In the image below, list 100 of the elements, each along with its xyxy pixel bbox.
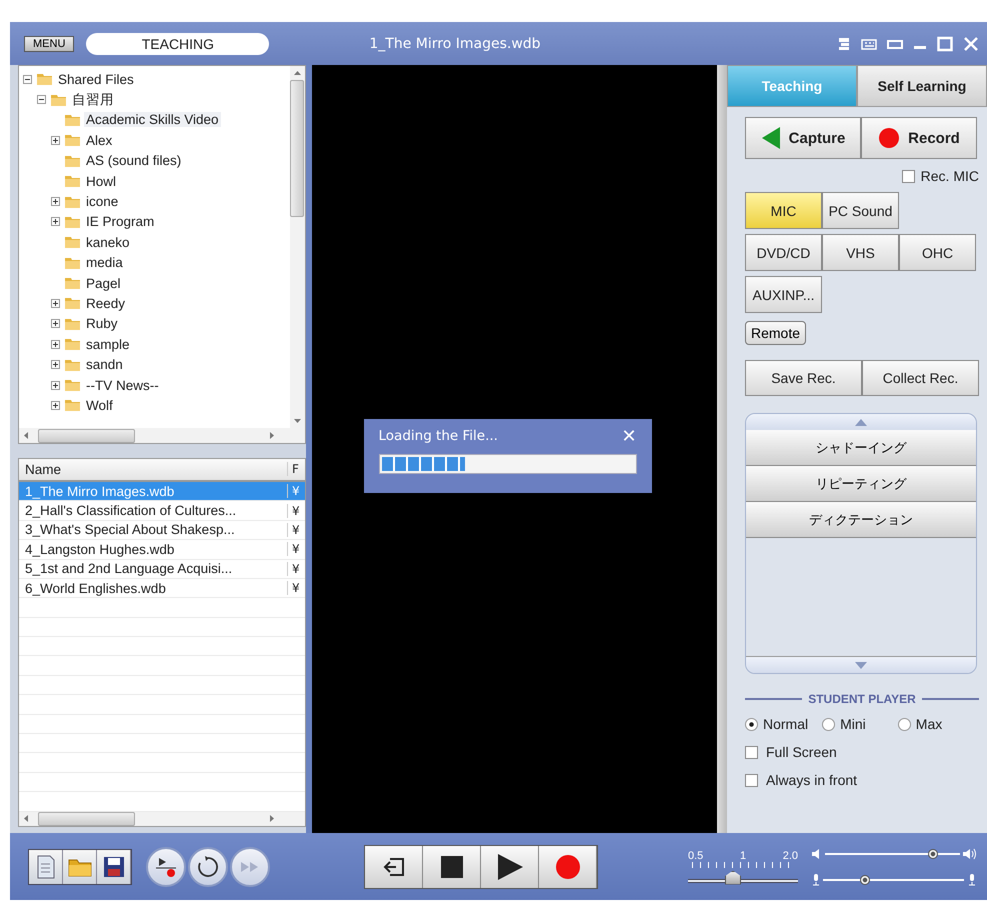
capture-button[interactable]: Capture (745, 117, 861, 159)
file-row[interactable]: 3_What's Special About Shakesp... ¥ (19, 520, 304, 540)
source-button[interactable]: AUXINP... (745, 276, 822, 313)
file-row[interactable]: 5_1st and 2nd Language Acquisi... ¥ (19, 560, 304, 579)
folder-item[interactable]: IE Program (84, 214, 156, 230)
speaker-low-icon (812, 848, 822, 860)
repeat-button[interactable] (188, 846, 228, 886)
expand-icon[interactable] (51, 136, 60, 145)
source-button[interactable]: PC Sound (822, 192, 899, 229)
source-button[interactable]: VHS (822, 234, 899, 271)
record-button[interactable]: Record (861, 117, 977, 159)
folder-item[interactable]: Reedy (84, 296, 128, 311)
folder-icon (64, 174, 81, 188)
folder-item[interactable]: sample (84, 336, 132, 352)
scroll-down-icon[interactable] (855, 662, 867, 668)
file-name: 5_1st and 2nd Language Acquisi... (24, 561, 234, 576)
play-button[interactable] (481, 846, 539, 888)
maximize-icon[interactable] (937, 36, 953, 52)
checkbox[interactable] (745, 774, 758, 786)
scroll-up-icon[interactable] (855, 418, 867, 426)
record-icon (878, 127, 900, 149)
folder-item[interactable]: Ruby (84, 316, 120, 332)
close-icon[interactable] (963, 36, 979, 52)
menu-button[interactable]: MENU (24, 36, 74, 52)
expand-icon[interactable] (51, 340, 60, 349)
checkbox[interactable] (902, 170, 915, 182)
keyboard-icon[interactable] (861, 38, 877, 50)
file-name: 3_What's Special About Shakesp... (24, 522, 236, 538)
radio-label: Max (916, 716, 942, 732)
rec-button[interactable]: Collect Rec. (862, 360, 979, 396)
folder-item[interactable]: Alex (84, 132, 114, 148)
source-button[interactable]: DVD/CD (745, 234, 822, 271)
file-name: 6_World Englishes.wdb (24, 580, 167, 596)
scroll-left-icon[interactable] (23, 432, 30, 439)
checkbox[interactable] (745, 746, 758, 758)
file-row[interactable]: 6_World Englishes.wdb ¥ (19, 578, 304, 598)
folder-button[interactable] (63, 850, 97, 884)
radio-button[interactable] (898, 718, 911, 730)
section-heading: STUDENT PLAYER (808, 692, 916, 706)
expand-icon[interactable] (51, 400, 60, 410)
slider-thumb[interactable] (860, 874, 870, 884)
tab[interactable]: Self Learning (857, 65, 987, 107)
collapse-icon[interactable] (23, 74, 32, 84)
folder-item[interactable]: Pagel (84, 276, 123, 291)
slider-thumb[interactable] (928, 848, 938, 858)
scrollbar[interactable] (19, 812, 304, 826)
scroll-right-icon[interactable] (268, 815, 274, 822)
folder-icon (64, 154, 81, 168)
record-button[interactable] (539, 846, 597, 888)
source-button[interactable]: OHC (899, 234, 976, 271)
scroll-left-icon[interactable] (23, 815, 30, 822)
scroll-right-icon[interactable] (268, 432, 274, 439)
save-button[interactable] (97, 850, 131, 884)
play-record-button[interactable] (146, 846, 186, 886)
folder-item[interactable]: Wolf (84, 398, 115, 413)
source-button[interactable]: MIC (745, 192, 822, 229)
document-icon (36, 854, 56, 878)
folder-item[interactable]: sandn (84, 357, 125, 372)
radio-label: Normal (763, 716, 808, 732)
file-row[interactable]: 2_Hall's Classification of Cultures... ¥ (19, 501, 304, 521)
folder-item[interactable]: kaneko (84, 234, 132, 250)
folder-icon (64, 398, 81, 412)
folder-item[interactable]: 自習用 (70, 90, 116, 109)
folder-item[interactable]: icone (84, 194, 120, 210)
folder-item[interactable]: Academic Skills Video (84, 112, 221, 128)
stop-button[interactable] (423, 846, 481, 888)
fast-forward-button[interactable] (230, 846, 270, 886)
rec-button[interactable]: Save Rec. (745, 360, 862, 396)
folder-item[interactable]: --TV News-- (84, 378, 161, 393)
folder-item[interactable]: AS (sound files) (84, 153, 184, 168)
expand-icon[interactable] (51, 298, 60, 308)
folder-icon (50, 92, 67, 107)
expand-icon[interactable] (51, 319, 60, 328)
collapse-icon[interactable] (37, 95, 46, 104)
column-header[interactable]: F (287, 462, 304, 476)
scrollbar[interactable] (19, 428, 304, 443)
expand-icon[interactable] (51, 197, 60, 206)
return-button[interactable] (365, 846, 423, 888)
close-button[interactable]: ✕ (622, 427, 636, 445)
folder-item[interactable]: Howl (84, 174, 118, 189)
stack-icon[interactable] (837, 36, 851, 50)
radio-button[interactable] (822, 718, 836, 730)
document-button[interactable] (29, 850, 63, 884)
expand-icon[interactable] (51, 360, 60, 370)
restore-icon[interactable] (887, 38, 903, 48)
scrollbar[interactable] (290, 66, 304, 428)
table-cell: ¥ (287, 522, 304, 537)
radio-button[interactable] (745, 718, 758, 730)
practice-item[interactable]: リピーティング (746, 466, 976, 502)
column-header[interactable]: Name (19, 462, 287, 477)
folder-item[interactable]: Shared Files (56, 72, 136, 87)
file-row[interactable]: 4_Langston Hughes.wdb ¥ (19, 540, 304, 560)
slider-thumb[interactable] (725, 870, 741, 884)
expand-icon[interactable] (51, 217, 60, 226)
folder-item[interactable]: media (84, 255, 125, 270)
practice-item[interactable]: シャドーイング (746, 430, 976, 466)
expand-icon[interactable] (51, 380, 60, 390)
remote-button[interactable]: Remote (745, 321, 806, 345)
practice-item[interactable]: ディクテーション (746, 502, 976, 538)
microphone-icon (812, 874, 820, 886)
